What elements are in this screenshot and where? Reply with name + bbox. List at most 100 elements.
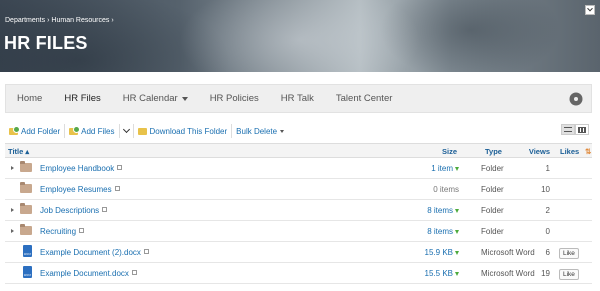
table-body: Employee Handbook 1 item Folder 1 Employee R…: [5, 158, 592, 284]
file-title: Recruiting: [40, 227, 77, 236]
add-folder-button[interactable]: Add Folder: [5, 124, 64, 138]
nav-item-hr-talk[interactable]: HR Talk: [270, 84, 325, 113]
column-type[interactable]: Type: [485, 147, 502, 156]
gear-icon[interactable]: [571, 94, 581, 104]
table-row[interactable]: Employee Handbook 1 item Folder 1: [5, 158, 592, 179]
add-files-button[interactable]: Add Files: [64, 124, 118, 138]
expand-arrow-icon[interactable]: [11, 166, 14, 170]
file-size: 0 items: [433, 185, 459, 194]
bulk-delete-button[interactable]: Bulk Delete: [231, 124, 288, 138]
item-menu-icon[interactable]: [79, 228, 85, 234]
view-count: 6: [545, 248, 550, 257]
folder-icon: [20, 224, 32, 235]
sort-indicator-icon: ⇅: [585, 147, 592, 156]
file-size[interactable]: 1 item: [431, 164, 459, 173]
like-button[interactable]: Like: [559, 269, 579, 280]
add-folder-label: Add Folder: [21, 126, 61, 136]
file-size-value: 15.5 KB: [424, 269, 453, 278]
view-count: 0: [545, 227, 550, 236]
like-button[interactable]: Like: [559, 248, 579, 259]
view-toggle: [561, 124, 589, 135]
download-arrow-icon[interactable]: [455, 272, 459, 276]
grid-view-button[interactable]: [575, 124, 589, 135]
breadcrumb-human-resources[interactable]: Human Resources: [51, 17, 109, 24]
header-banner: Departments › Human Resources › HR FILES: [0, 0, 600, 72]
file-title: Employee Handbook: [40, 164, 115, 173]
list-view-button[interactable]: [561, 124, 575, 135]
list-icon: [564, 127, 572, 132]
folder-icon: [20, 161, 32, 172]
file-size-value: 8 items: [427, 227, 453, 236]
download-folder-button[interactable]: Download This Folder: [132, 124, 232, 138]
nav-label: HR Policies: [209, 93, 259, 104]
download-arrow-icon[interactable]: [455, 209, 459, 213]
item-menu-icon[interactable]: [143, 249, 149, 255]
file-type: Folder: [481, 206, 504, 215]
file-title-link[interactable]: Employee Resumes: [40, 185, 120, 194]
nav-label: HR Talk: [280, 93, 314, 104]
column-title[interactable]: Title ▴: [8, 147, 29, 156]
add-files-label: Add Files: [81, 126, 115, 136]
file-title-link[interactable]: Job Descriptions: [40, 206, 108, 215]
file-size[interactable]: 8 items: [427, 227, 459, 236]
table-row[interactable]: Employee Resumes 0 items Folder 10: [5, 179, 592, 200]
nav-item-hr-calendar[interactable]: HR Calendar: [112, 84, 199, 113]
column-likes[interactable]: Likes: [560, 147, 579, 156]
item-menu-icon[interactable]: [102, 207, 108, 213]
page-title: HR FILES: [4, 33, 88, 53]
download-arrow-icon[interactable]: [455, 251, 459, 255]
nav-item-hr-files[interactable]: HR Files: [53, 84, 111, 113]
file-type: Folder: [481, 227, 504, 236]
file-size[interactable]: 8 items: [427, 206, 459, 215]
table-row[interactable]: Recruiting 8 items Folder 0: [5, 221, 592, 242]
expand-arrow-icon[interactable]: [11, 208, 14, 212]
folder-icon: [20, 182, 32, 193]
nav-label: Talent Center: [335, 93, 393, 104]
word-document-icon: [23, 266, 32, 278]
file-size[interactable]: 15.5 KB: [425, 269, 459, 278]
file-size-value: 1 item: [431, 164, 453, 173]
view-count: 10: [541, 185, 550, 194]
breadcrumb-separator: ›: [111, 17, 114, 24]
grid-icon: [578, 126, 586, 133]
file-size[interactable]: 15.9 KB: [425, 248, 459, 257]
table-row[interactable]: Job Descriptions 8 items Folder 2: [5, 200, 592, 221]
table-row[interactable]: Example Document.docx 15.5 KB Microsoft Wo…: [5, 263, 592, 284]
breadcrumb: Departments › Human Resources ›: [5, 17, 114, 24]
item-menu-icon[interactable]: [114, 186, 120, 192]
column-size[interactable]: Size: [442, 147, 457, 156]
bulk-delete-label: Bulk Delete: [236, 126, 278, 136]
caret-down-icon: [280, 129, 285, 133]
file-type: Microsoft Word: [481, 248, 535, 257]
table-row[interactable]: Example Document (2).docx 15.9 KB Microsof…: [5, 242, 592, 263]
file-type: Folder: [481, 164, 504, 173]
file-title-link[interactable]: Employee Handbook: [40, 164, 123, 173]
add-folder-icon: [9, 125, 20, 135]
chevron-icon: [587, 5, 593, 12]
expand-button[interactable]: [585, 5, 595, 15]
item-menu-icon[interactable]: [131, 270, 137, 276]
nav-item-talent-center[interactable]: Talent Center: [325, 84, 404, 113]
file-title-link[interactable]: Recruiting: [40, 227, 85, 236]
nav-item-home[interactable]: Home: [6, 84, 53, 113]
chevron-down-icon: [122, 125, 130, 134]
file-title-link[interactable]: Example Document.docx: [40, 269, 137, 278]
breadcrumb-departments[interactable]: Departments: [5, 17, 45, 24]
nav-item-hr-policies[interactable]: HR Policies: [199, 84, 270, 113]
word-document-icon: [23, 245, 32, 257]
view-count: 2: [545, 206, 550, 215]
site-nav: Home HR Files HR Calendar HR Policies HR…: [5, 84, 592, 113]
toolbar: Add Folder Add Files Download This Folde…: [5, 123, 592, 139]
expand-arrow-icon[interactable]: [11, 229, 14, 233]
nav-label: HR Files: [64, 93, 101, 104]
add-options-dropdown[interactable]: [118, 124, 133, 138]
column-title-label: Title: [8, 147, 24, 156]
file-size-value: 0 items: [433, 185, 459, 194]
breadcrumb-separator: ›: [47, 17, 50, 24]
file-size-value: 8 items: [427, 206, 453, 215]
download-arrow-icon[interactable]: [455, 167, 459, 171]
download-arrow-icon[interactable]: [455, 230, 459, 234]
column-views[interactable]: Views: [529, 147, 550, 156]
item-menu-icon[interactable]: [117, 165, 123, 171]
file-title-link[interactable]: Example Document (2).docx: [40, 248, 149, 257]
